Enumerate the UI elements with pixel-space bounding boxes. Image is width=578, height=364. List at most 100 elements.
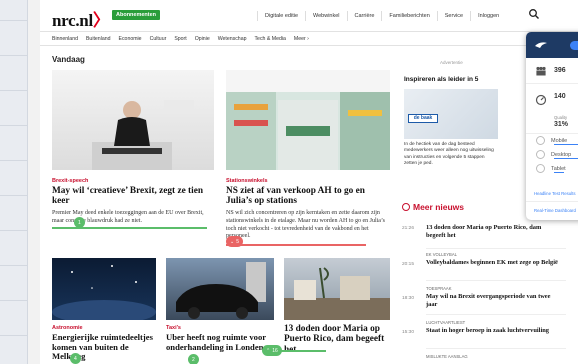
news-headline: May wil na Brexit overgangsperiode van t… bbox=[426, 293, 551, 308]
headline-test-badge[interactable]: ⌄ 5 bbox=[226, 236, 243, 247]
top-nav-item[interactable]: Service bbox=[436, 11, 470, 21]
stat-users: 396 bbox=[554, 67, 566, 74]
news-item[interactable]: MISLUKTE AANSLAG bbox=[402, 354, 572, 364]
news-item[interactable]: 20:15 EK VOLLEYBAL Volleybaldames beginn… bbox=[402, 252, 572, 282]
headline-test-badge[interactable]: 1 bbox=[74, 217, 85, 228]
advertisement-label: Advertentie bbox=[440, 60, 463, 65]
browser-left-strip bbox=[0, 0, 28, 364]
site-logo[interactable]: nrc.nl〉 bbox=[52, 6, 110, 31]
quality-label: Quality bbox=[554, 115, 568, 120]
search-icon[interactable] bbox=[528, 8, 540, 20]
nav-item-buitenland[interactable]: Buitenland bbox=[82, 36, 115, 42]
top-nav-item[interactable]: Webwinkel bbox=[305, 11, 347, 21]
article-image-astronomy[interactable] bbox=[52, 258, 156, 320]
nav-item-meer[interactable]: Meer › bbox=[290, 36, 313, 42]
news-time: 21:26 bbox=[402, 226, 415, 231]
nav-item-binnenland[interactable]: Binnenland bbox=[48, 36, 82, 42]
space-photo bbox=[52, 265, 156, 320]
ad-logo: de baak bbox=[408, 114, 438, 123]
news-time: 18:30 bbox=[402, 296, 415, 301]
radio-icon bbox=[536, 164, 545, 173]
meer-nieuws-title: Meer nieuws bbox=[413, 202, 465, 212]
article-headline[interactable]: Energierijke ruimtedeeltjes komen van bu… bbox=[52, 332, 158, 362]
article-image-may[interactable] bbox=[52, 70, 214, 170]
engagement-bar bbox=[226, 244, 366, 246]
panel-header bbox=[526, 32, 578, 58]
news-kicker: TOESPRAAK bbox=[426, 286, 452, 291]
clock-icon bbox=[402, 203, 410, 211]
article-image-puerto-rico[interactable] bbox=[284, 258, 390, 320]
headline-test-results-link[interactable]: Headline Test Results bbox=[534, 191, 575, 196]
badge-count: 16 bbox=[272, 347, 278, 354]
badge-count: 4 bbox=[74, 355, 77, 362]
badge-count: 5 bbox=[236, 238, 239, 245]
headline-test-panel: 396 ▲ 140 ▲ Quality 31% Mobile Desktop T… bbox=[526, 32, 578, 220]
article-headline[interactable]: NS ziet af van verkoop AH to go en Julia… bbox=[226, 186, 391, 207]
headline-test-badge[interactable]: 4 bbox=[70, 353, 81, 364]
top-nav: Digitale editie Webwinkel Carrière Famil… bbox=[257, 11, 506, 21]
device-option-tablet[interactable]: Tablet bbox=[536, 164, 566, 173]
nav-item-cultuur[interactable]: Cultuur bbox=[146, 36, 171, 42]
article-image-ah[interactable] bbox=[226, 70, 390, 170]
news-time: 20:15 bbox=[402, 262, 415, 267]
section-nav: Binnenland Buitenland Economie Cultuur S… bbox=[40, 32, 578, 46]
ad-title: Inspireren als leider in 5 bbox=[404, 76, 479, 83]
article-kicker: Taxi’s bbox=[166, 325, 181, 331]
article-kicker: Brexit-speech bbox=[52, 178, 89, 184]
flood-photo bbox=[284, 267, 390, 320]
divider bbox=[526, 201, 578, 202]
stat-views: 140 bbox=[554, 93, 566, 100]
logo-bracket: 〉 bbox=[92, 11, 110, 30]
chevron-down-icon: ⌄ bbox=[230, 238, 235, 245]
may-speech-photo bbox=[92, 100, 194, 170]
nav-item-sport[interactable]: Sport bbox=[170, 36, 190, 42]
top-nav-item[interactable]: Carrière bbox=[346, 11, 382, 21]
news-kicker: EK VOLLEYBAL bbox=[426, 252, 457, 257]
quality-value: 31% bbox=[554, 121, 569, 128]
news-kicker: LUCHTVAARTLIEST bbox=[426, 320, 466, 325]
panel-quality-row: 140 ▲ Quality 31% bbox=[526, 84, 578, 134]
news-item[interactable]: 18:30 TOESPRAAK May wil na Brexit overga… bbox=[402, 286, 572, 316]
section-title: Vandaag bbox=[52, 55, 85, 64]
article-kicker: Stationswinkels bbox=[226, 178, 268, 184]
divider bbox=[426, 314, 566, 315]
headline-test-badge[interactable]: ⌃ 16 bbox=[262, 345, 282, 356]
taxi-photo bbox=[176, 262, 266, 319]
device-bar bbox=[554, 158, 578, 159]
device-bar bbox=[554, 144, 578, 145]
news-item[interactable]: 15:30 LUCHTVAARTLIEST Staat in hoger ber… bbox=[402, 320, 572, 350]
nav-item-wetenschap[interactable]: Wetenschap bbox=[214, 36, 251, 42]
meer-nieuws-header: Meer nieuws bbox=[402, 202, 464, 212]
article-headline[interactable]: May wil ‘creatieve’ Brexit, zegt ze tien… bbox=[52, 186, 217, 207]
device-option-mobile[interactable]: Mobile bbox=[536, 136, 578, 145]
panel-stat-row: 396 ▲ bbox=[526, 58, 578, 84]
store-photo bbox=[226, 70, 390, 170]
divider bbox=[426, 348, 566, 349]
top-nav-item[interactable]: Familieberichten bbox=[381, 11, 436, 21]
engagement-bar bbox=[52, 227, 207, 229]
site-header: nrc.nl〉 Abonnementen Digitale editie Web… bbox=[40, 0, 578, 32]
device-option-desktop[interactable]: Desktop bbox=[536, 150, 578, 159]
radio-icon bbox=[536, 150, 545, 159]
top-nav-item[interactable]: Inloggen bbox=[470, 11, 506, 21]
top-nav-item[interactable]: Digitale editie bbox=[257, 11, 305, 21]
article-image-uber[interactable] bbox=[166, 258, 274, 320]
webpage: nrc.nl〉 Abonnementen Digitale editie Web… bbox=[40, 0, 578, 364]
nav-item-opinie[interactable]: Opinie bbox=[191, 36, 214, 42]
subscribe-button[interactable]: Abonnementen bbox=[112, 10, 161, 20]
divider bbox=[426, 248, 566, 249]
enable-toggle[interactable] bbox=[570, 41, 578, 50]
news-kicker: MISLUKTE AANSLAG bbox=[426, 354, 468, 359]
news-headline: 13 doden door Maria op Puerto Rico, dam … bbox=[426, 224, 542, 239]
nav-item-economie[interactable]: Economie bbox=[115, 36, 146, 42]
real-time-dashboard-link[interactable]: Real-Time Dashboard bbox=[534, 208, 576, 213]
bird-logo-icon bbox=[535, 42, 547, 48]
gauge-icon bbox=[535, 94, 547, 106]
headline-test-badge[interactable]: 2 bbox=[188, 354, 199, 364]
logo-text: nrc.nl bbox=[52, 11, 93, 30]
users-icon bbox=[536, 66, 546, 76]
news-headline: Staat in hoger beroep in zaak luchtvervu… bbox=[426, 327, 549, 334]
nav-item-tech-media[interactable]: Tech & Media bbox=[250, 36, 289, 42]
news-time: 15:30 bbox=[402, 330, 415, 335]
news-item[interactable]: 21:26 13 doden door Maria op Puerto Rico… bbox=[402, 224, 572, 250]
